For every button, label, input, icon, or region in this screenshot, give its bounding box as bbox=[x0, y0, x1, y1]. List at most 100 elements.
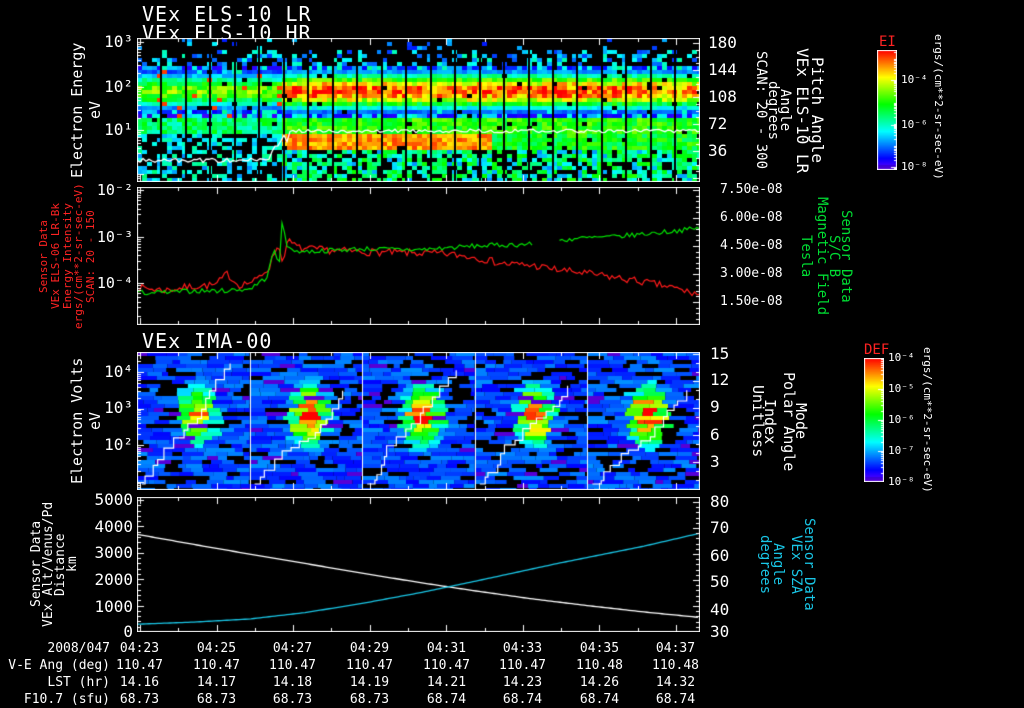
p2-left-axis-unit: ergs/(cm**2-sr-sec-eV) bbox=[72, 183, 85, 329]
p4-right-axis-unit: degrees bbox=[757, 534, 773, 594]
els-spectrogram-canvas bbox=[137, 38, 700, 182]
p4-rtick: 70 bbox=[710, 518, 730, 537]
ei-colorbar-title: EI bbox=[879, 34, 896, 50]
p1-ytick: 10¹ bbox=[104, 120, 133, 139]
p4-right-axis-label: Angle bbox=[770, 543, 786, 586]
p3-right-axis-unit: Unitless bbox=[749, 385, 767, 458]
p1-rtick: 180 bbox=[708, 33, 737, 52]
time-cell: 04:31 bbox=[426, 641, 467, 656]
def-colorbar-units: ergs/(cm**2-sr-sec-eV) bbox=[921, 347, 934, 493]
value-cell: 68.74 bbox=[502, 692, 543, 707]
def-cb-tick: 10⁻⁵ bbox=[888, 382, 915, 395]
p4-ytick: 2000 bbox=[94, 570, 133, 589]
ei-cb-tick: 10⁻⁸ bbox=[901, 160, 928, 173]
p4-rtick: 60 bbox=[710, 546, 730, 565]
value-cell: 110.47 bbox=[346, 658, 393, 673]
def-cb-tick: 10⁻⁷ bbox=[888, 444, 915, 457]
value-cell: 68.73 bbox=[272, 692, 313, 707]
time-cell: 04:35 bbox=[579, 641, 620, 656]
value-cell: 68.74 bbox=[655, 692, 696, 707]
p4-rtick: 40 bbox=[710, 600, 730, 619]
row-label: LST (hr) bbox=[47, 675, 110, 690]
value-cell: 110.47 bbox=[269, 658, 316, 673]
p3-rtick: 15 bbox=[710, 344, 730, 363]
value-cell: 110.47 bbox=[116, 658, 163, 673]
p3-ytick: 10⁴ bbox=[104, 362, 133, 381]
value-cell: 14.26 bbox=[579, 675, 620, 690]
value-cell: 14.23 bbox=[502, 675, 543, 690]
p1-rtick: 108 bbox=[708, 87, 737, 106]
p3-left-axis-unit: eV bbox=[86, 411, 104, 430]
value-cell: 68.74 bbox=[579, 692, 620, 707]
value-cell: 68.73 bbox=[349, 692, 390, 707]
altitude-sza-line-canvas bbox=[137, 497, 700, 632]
p1-rtick: 36 bbox=[708, 141, 728, 160]
p4-ytick: 4000 bbox=[94, 517, 133, 536]
value-cell: 110.47 bbox=[499, 658, 546, 673]
p2-rtick: 7.50e-08 bbox=[720, 182, 783, 197]
value-cell: 110.47 bbox=[423, 658, 470, 673]
value-cell: 68.74 bbox=[426, 692, 467, 707]
p4-right-axis-label: VEx SZA bbox=[788, 534, 804, 594]
p4-ytick: 0 bbox=[123, 622, 133, 641]
value-cell: 68.73 bbox=[119, 692, 160, 707]
p3-rtick: 9 bbox=[710, 397, 720, 416]
p1-rtick: 144 bbox=[708, 60, 737, 79]
ima-spectrogram-canvas bbox=[137, 352, 700, 490]
value-cell: 14.18 bbox=[272, 675, 313, 690]
table-row-veang: V-E Ang (deg) 110.47 110.47 110.47 110.4… bbox=[0, 657, 1024, 674]
p2-rtick: 6.00e-08 bbox=[720, 210, 783, 225]
value-cell: 68.73 bbox=[196, 692, 237, 707]
value-cell: 14.17 bbox=[196, 675, 237, 690]
p3-rtick: 6 bbox=[710, 425, 720, 444]
p4-rtick: 30 bbox=[710, 622, 730, 641]
p1-ytick: 10² bbox=[104, 77, 133, 96]
table-row-lst: LST (hr) 14.16 14.17 14.18 14.19 14.21 1… bbox=[0, 674, 1024, 691]
row-label: V-E Ang (deg) bbox=[8, 658, 110, 673]
p4-ytick: 3000 bbox=[94, 543, 133, 562]
p4-ytick: 5000 bbox=[94, 490, 133, 509]
value-cell: 14.16 bbox=[119, 675, 160, 690]
ei-colorbar-units: ergs/(cm**2-sr-sec-eV) bbox=[932, 34, 945, 180]
p2-left-axis-label: Sensor Data bbox=[37, 219, 50, 293]
p3-rtick: 12 bbox=[710, 370, 730, 389]
p4-left-axis-unit: km bbox=[65, 556, 80, 572]
p2-right-axis-unit: Tesla bbox=[798, 235, 814, 278]
value-cell: 14.32 bbox=[655, 675, 696, 690]
p1-left-axis-label: Electron Energy bbox=[68, 42, 86, 178]
def-colorbar-title: DEF bbox=[864, 342, 890, 358]
value-cell: 110.47 bbox=[193, 658, 240, 673]
def-cb-tick: 10⁻⁴ bbox=[888, 351, 915, 364]
p4-rtick: 50 bbox=[710, 572, 730, 591]
p1-right-axis-label: VEx ELS-10 LR bbox=[793, 47, 812, 173]
p3-ytick: 10² bbox=[104, 435, 133, 454]
row-label: 2008/047 bbox=[47, 641, 110, 656]
p1-ytick: 10³ bbox=[104, 32, 133, 51]
p2-left-axis-label: VEx ELS-06 LR-Bk bbox=[49, 203, 62, 309]
p3-left-axis-label: Electron Volts bbox=[68, 357, 86, 484]
p4-ytick: 1000 bbox=[94, 597, 133, 616]
ei-cb-tick: 10⁻⁴ bbox=[901, 73, 928, 86]
p1-right-axis-label: SCAN: 20 - 300 bbox=[753, 51, 769, 170]
p2-right-axis-label: Magnetic Field bbox=[814, 197, 830, 316]
p3-rtick: 3 bbox=[710, 452, 720, 471]
p2-rtick: 1.50e-08 bbox=[720, 294, 783, 309]
time-cell: 04:33 bbox=[502, 641, 543, 656]
value-cell: 14.21 bbox=[426, 675, 467, 690]
time-cell: 04:37 bbox=[655, 641, 696, 656]
def-cb-tick: 10⁻⁸ bbox=[888, 475, 915, 488]
p1-rtick: 72 bbox=[708, 114, 728, 133]
p3-right-axis-label: Polar Angle bbox=[780, 371, 798, 471]
time-cell: 04:23 bbox=[119, 641, 160, 656]
p1-left-axis-unit: eV bbox=[86, 100, 104, 119]
table-row-time: 2008/047 04:23 04:25 04:27 04:29 04:31 0… bbox=[0, 640, 1024, 657]
value-cell: 14.19 bbox=[349, 675, 390, 690]
p2-rtick: 3.00e-08 bbox=[720, 266, 783, 281]
vex-data-browser: VEx ELS-10 LR VEx ELS-10 HR VEx IMA-00 1… bbox=[0, 0, 1024, 708]
time-cell: 04:29 bbox=[349, 641, 390, 656]
intensity-bfield-line-canvas bbox=[137, 187, 700, 325]
value-cell: 110.48 bbox=[576, 658, 623, 673]
time-cell: 04:27 bbox=[272, 641, 313, 656]
p4-rtick: 80 bbox=[710, 492, 730, 511]
ei-cb-tick: 10⁻⁶ bbox=[901, 118, 928, 131]
